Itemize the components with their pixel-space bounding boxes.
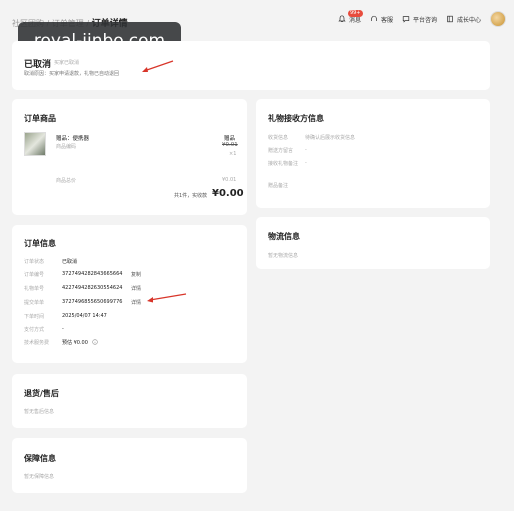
refund-empty: 暂无售后信息 (24, 409, 55, 415)
guarantee-card: 保障信息 暂无保障信息 (12, 438, 247, 493)
top-nav: 消息 99+ 客服 平台咨询 成长中心 (338, 9, 506, 29)
messages-badge: 99+ (347, 9, 363, 17)
receiver-row-value: 待确认后展示收货信息 (305, 135, 356, 141)
avatar[interactable] (490, 11, 506, 27)
service-label: 客服 (380, 16, 393, 24)
status-title: 已取消 (24, 60, 52, 70)
submit-number-value: 3727496855650699776 (62, 299, 123, 305)
receiver-row-label: 接收礼物备注 (268, 161, 299, 167)
receiver-heading: 礼物接收方信息 (268, 114, 324, 123)
service-fee-label: 技术服务费 (24, 340, 50, 346)
receiver-row-label: 赠送方留言 (268, 148, 294, 154)
product-name-value: 便携器 (72, 136, 90, 142)
receiver-row-label: 赠品备注 (268, 183, 289, 189)
cancel-reason-value: 买家申请退款，礼物已自动退回 (49, 71, 120, 77)
receiver-row-value: - (305, 160, 307, 166)
info-icon[interactable] (92, 339, 98, 345)
service-fee-value: 预估 ¥0.00 (62, 340, 88, 346)
order-status-label: 订单状态 (24, 259, 45, 265)
growth-center-label: 成长中心 (456, 16, 481, 24)
messages-button[interactable]: 消息 99+ (338, 9, 363, 24)
goods-card: 订单商品 赠品：便携器 商品编码 赠品 ¥0.01 ×1 商品总价 ¥0.01 … (12, 99, 247, 215)
guarantee-heading: 保障信息 (24, 454, 56, 463)
receiver-row-label: 收货信息 (268, 135, 289, 141)
receiver-row-value: - (305, 147, 307, 153)
product-image[interactable] (24, 132, 46, 156)
order-number-value: 3727494282843665664 (62, 271, 123, 277)
gift-number-value: 4227494282630554624 (62, 285, 123, 291)
goods-summary-value: ¥0.00 (212, 188, 244, 199)
logistics-empty: 暂无物流信息 (268, 253, 299, 259)
order-number-label: 订单编号 (24, 272, 45, 278)
annotation-arrow (142, 60, 174, 72)
chat-icon (402, 16, 410, 23)
goods-heading: 订单商品 (24, 114, 56, 123)
product-qty: ×1 (229, 151, 237, 157)
gift-number-label: 礼物单号 (24, 286, 45, 292)
product-name[interactable]: 赠品：便携器 (56, 134, 89, 142)
book-icon (447, 15, 453, 23)
annotation-arrow (147, 293, 187, 303)
order-time-label: 下单时间 (24, 314, 45, 320)
logistics-heading: 物流信息 (268, 232, 300, 241)
goods-summary-label: 共1件，实收款 (174, 193, 208, 199)
submit-number-label: 提交单单 (24, 300, 45, 306)
order-heading: 订单信息 (24, 239, 56, 248)
gift-number-detail-link[interactable]: 详情 (131, 285, 141, 292)
service-button[interactable]: 客服 (370, 15, 393, 24)
refund-card: 退货/售后 暂无售后信息 (12, 374, 247, 428)
goods-total-label: 商品总价 (56, 178, 77, 184)
copy-order-number-button[interactable]: 复制 (131, 271, 141, 278)
status-subtitle: 买家已取消 (54, 60, 80, 66)
product-name-label: 赠品： (56, 136, 73, 142)
bell-icon (338, 15, 346, 22)
order-status-value: 已取消 (62, 259, 78, 265)
product-code-label: 商品编码 (56, 144, 77, 150)
payment-method-value: - (62, 326, 64, 332)
growth-center-button[interactable]: 成长中心 (446, 15, 481, 24)
order-info-card: 订单信息 订单状态 已取消 订单编号 3727494282843665664 复… (12, 225, 247, 363)
platform-consult-button[interactable]: 平台咨询 (402, 15, 437, 24)
goods-total-value: ¥0.01 (222, 177, 237, 183)
receiver-card: 礼物接收方信息 收货信息 待确认后展示收货信息 赠送方留言 - 接收礼物备注 -… (256, 99, 490, 208)
status-card: 已取消 买家已取消 取消原因：买家申请退款，礼物已自动退回 (12, 41, 490, 90)
refund-heading: 退货/售后 (24, 389, 59, 398)
gift-tag: 赠品 (224, 136, 236, 142)
guarantee-empty: 暂无保障信息 (24, 474, 55, 480)
product-price: ¥0.01 (222, 142, 238, 148)
cancel-reason-label: 取消原因： (24, 71, 50, 77)
order-time-value: 2025/04/07 14:47 (62, 313, 107, 319)
submit-number-detail-link[interactable]: 详情 (131, 299, 141, 306)
logistics-card: 物流信息 暂无物流信息 (256, 217, 490, 269)
cancel-reason: 取消原因：买家申请退款，礼物已自动退回 (24, 70, 119, 77)
headset-icon (371, 15, 377, 21)
payment-method-label: 支付方式 (24, 327, 45, 333)
platform-consult-label: 平台咨询 (412, 16, 437, 24)
